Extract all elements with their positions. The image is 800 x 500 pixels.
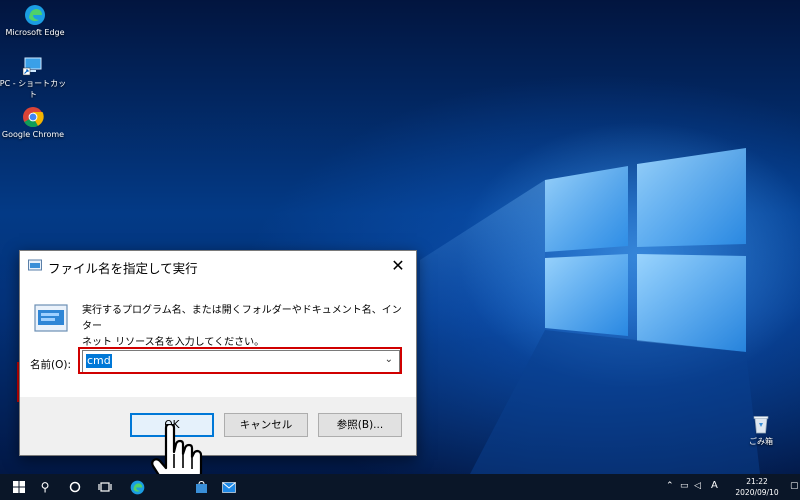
task-view-button[interactable] [90,474,120,500]
task-view-icon [98,482,112,492]
desktop-icon-recycle-bin[interactable]: ごみ箱 [726,414,796,447]
desktop-icon-label: Google Chrome [1,130,65,139]
dialog-title: ファイル名を指定して実行 [48,261,198,276]
recycle-bin-icon [753,416,769,434]
name-label: 名前(O): [30,359,71,371]
notification-icon[interactable]: ▢ [790,481,799,491]
ime-mode-indicator[interactable]: A [711,480,718,491]
search-button[interactable]: ⚲ [30,474,60,500]
run-program-icon [34,304,68,332]
clock-date: 2020/09/10 [735,488,779,497]
volume-icon[interactable]: ◁ [694,481,701,491]
close-button[interactable]: ✕ [386,255,410,277]
desktop-icon-chrome[interactable]: Google Chrome [0,106,68,139]
desktop-icon-label: Microsoft Edge [5,28,65,37]
run-dialog: ファイル名を指定して実行 ✕ 実行するプログラム名、または開くフォルダーやドキュ… [19,250,417,456]
close-icon: ✕ [391,256,405,275]
tray-chevron-up-icon[interactable]: ⌃ [666,481,674,491]
search-icon: ⚲ [40,480,50,494]
desktop-icon-edge[interactable]: Microsoft Edge [0,4,70,37]
mail-icon [222,481,236,493]
taskbar-mail-button[interactable] [214,474,244,500]
desktop-icon-label: ごみ箱 [749,437,773,446]
description-line: 実行するプログラム名、または開くフォルダーやドキュメント名、インター [82,305,402,332]
windows-start-icon [13,481,25,493]
clock-time: 21:22 [746,477,768,486]
taskbar: ⚲ ⌃ ▭ ◁ A 21:22 2020/09/10 ▢ [0,474,800,500]
desktop-icon-label: PC - ショートカット [0,79,67,99]
cancel-button[interactable]: キャンセル [224,413,308,437]
dialog-description: 実行するプログラム名、または開くフォルダーやドキュメント名、インター ネット リ… [82,303,402,351]
edge-icon [130,480,144,494]
cortana-button[interactable] [60,474,90,500]
store-icon [195,480,207,493]
network-icon[interactable]: ▭ [680,481,689,491]
dialog-footer: OK キャンセル 参照(B)... [20,397,416,455]
chrome-icon [23,107,44,128]
cortana-icon [69,481,81,493]
computer-icon [22,57,42,76]
edge-icon [25,5,45,25]
dialog-titlebar[interactable]: ファイル名を指定して実行 ✕ [20,251,416,281]
clock[interactable]: 21:22 2020/09/10 [722,476,792,498]
desktop-icon-pc[interactable]: PC - ショートカット [0,56,68,100]
run-icon [28,259,42,271]
taskbar-edge-button[interactable] [122,474,152,500]
input-highlight-box [78,347,402,374]
browse-button[interactable]: 参照(B)... [318,413,402,437]
taskbar-store-button[interactable] [186,474,216,500]
